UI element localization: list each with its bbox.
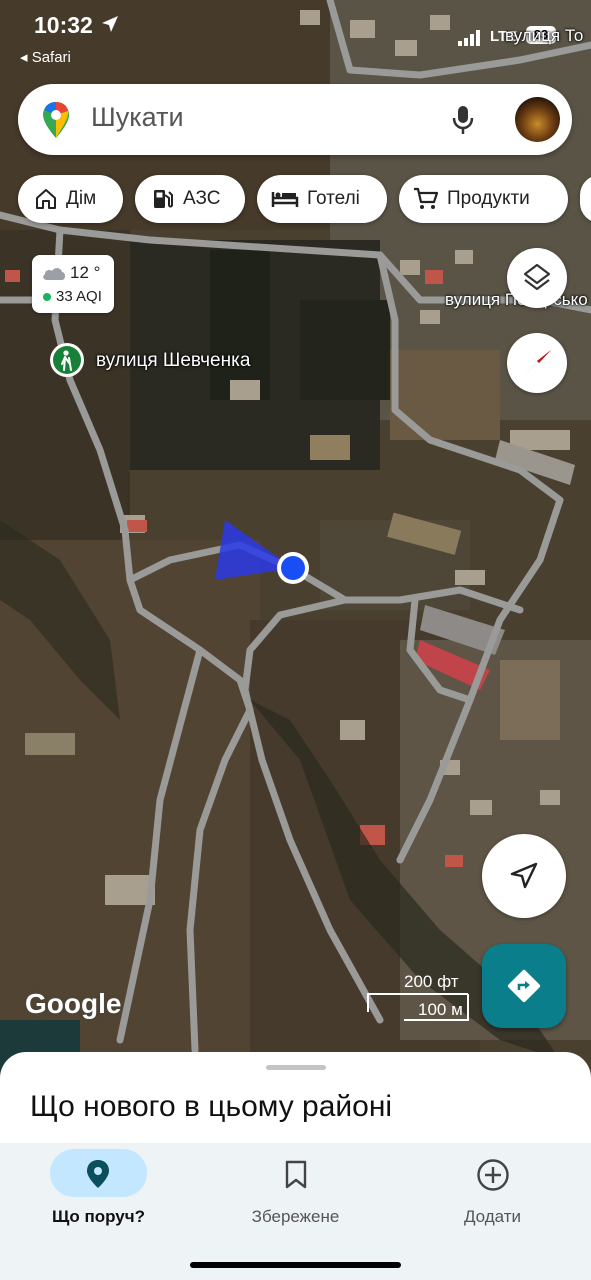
cloud-icon (41, 265, 67, 286)
chip-label: Готелі (307, 188, 360, 209)
directions-icon (507, 969, 541, 1008)
back-triangle-icon: ◂ (20, 49, 28, 66)
location-pin-icon (85, 1159, 111, 1194)
bottom-navigation: Що поруч? Збережене Додати (0, 1143, 591, 1280)
layers-icon (523, 263, 551, 298)
layers-button[interactable] (507, 248, 567, 308)
chip-hotels[interactable]: Готелі (257, 175, 387, 223)
trail-pin-icon[interactable] (53, 346, 81, 374)
chip-more[interactable] (580, 175, 591, 223)
tab-label: Що поруч? (52, 1207, 145, 1226)
google-maps-pin-icon (41, 100, 71, 145)
home-icon (34, 187, 58, 211)
avatar[interactable] (515, 97, 560, 142)
compass-icon (521, 347, 553, 384)
bookmark-icon (284, 1160, 308, 1195)
chip-gas[interactable]: АЗС (135, 175, 245, 223)
hotel-bed-icon (271, 187, 299, 211)
signal-icon (458, 30, 482, 51)
tab-label: Додати (463, 1207, 522, 1226)
chip-label: АЗС (183, 188, 221, 209)
back-to-app-link[interactable]: ◂ Safari (20, 48, 71, 66)
tab-saved[interactable]: Збережене (197, 1143, 394, 1243)
bottom-sheet[interactable]: Що нового в цьому районі (0, 1052, 591, 1152)
street-label-shevchenka: вулиця Шевченка (96, 350, 251, 371)
tab-label: Збережене (251, 1207, 340, 1226)
chip-home[interactable]: Дім (18, 175, 123, 223)
tab-explore[interactable]: Що поруч? (0, 1143, 197, 1243)
aqi-status-dot (43, 293, 51, 301)
weather-widget[interactable]: 12 ° 33 AQI (32, 255, 114, 313)
home-indicator[interactable] (190, 1262, 401, 1268)
navigation-arrow-icon (510, 862, 538, 895)
sheet-drag-handle[interactable] (266, 1065, 326, 1070)
my-location-dot (281, 556, 305, 580)
aqi-value: 33 AQI (56, 288, 102, 305)
google-watermark: Google (25, 988, 122, 1019)
chip-label: Продукти (447, 188, 530, 209)
search-input[interactable]: Шукати (91, 102, 184, 133)
category-chips: Дім АЗС Готелі Продукти (0, 175, 591, 223)
directions-button[interactable] (482, 944, 566, 1028)
chip-label: Дім (66, 188, 97, 209)
shopping-cart-icon (413, 187, 439, 211)
sheet-title: Що нового в цьому районі (30, 1090, 393, 1123)
location-arrow-icon (100, 14, 120, 39)
my-location-button[interactable] (482, 834, 566, 918)
tab-contribute[interactable]: Додати (394, 1143, 591, 1243)
add-circle-icon (476, 1158, 510, 1197)
gas-station-icon (151, 187, 175, 211)
street-label-top: вулиця То (505, 26, 584, 45)
status-bar: 10:32 ◂ Safari LTE 83 (0, 0, 591, 70)
temperature: 12 ° (70, 263, 101, 282)
chip-groceries[interactable]: Продукти (399, 175, 568, 223)
clock: 10:32 (34, 12, 93, 38)
search-bar[interactable]: Шукати (18, 84, 572, 155)
scale-meters: 100 м (418, 1000, 463, 1019)
compass-button[interactable] (507, 333, 567, 393)
microphone-icon[interactable] (450, 104, 476, 141)
scale-feet: 200 фт (404, 972, 459, 991)
